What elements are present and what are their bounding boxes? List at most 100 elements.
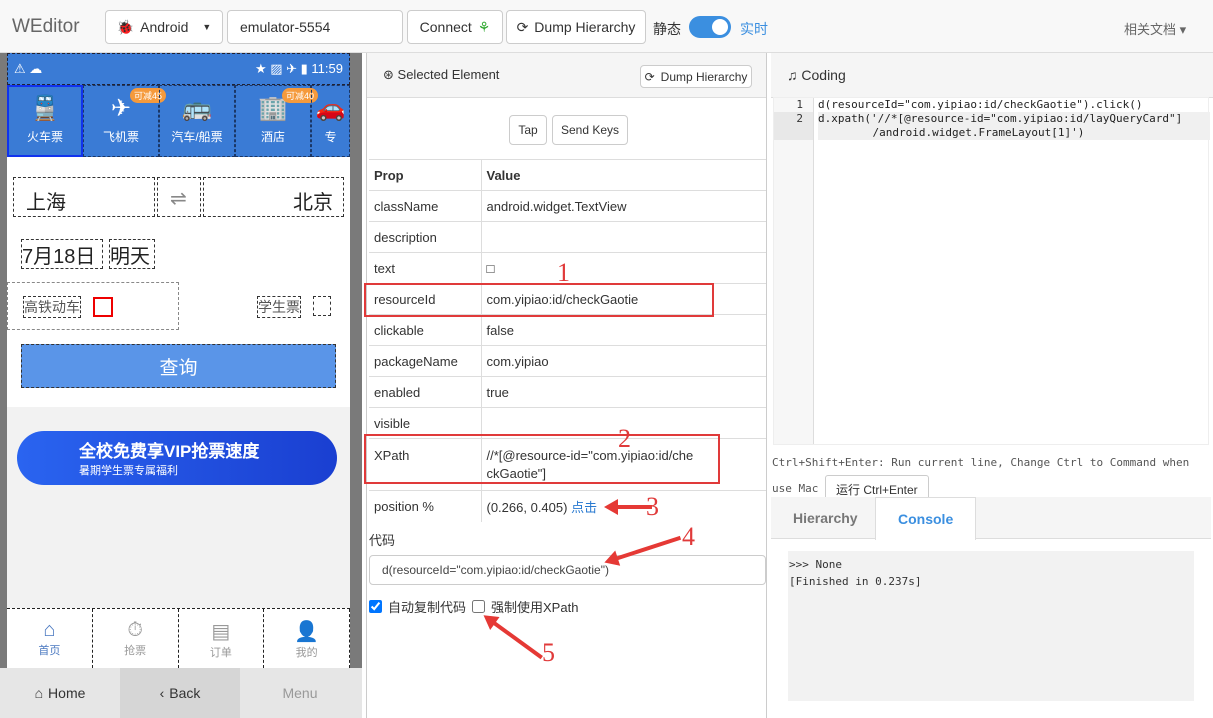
device-panel: ⚠ ☁ ★ ▨ ✈ ▮ 11:59 🚆 火车票 可减45 ✈ 飞机票 🚌 汽车/船票 可减… <box>0 53 362 718</box>
nav-car[interactable]: 🚗 专 <box>311 85 350 157</box>
dump-label: Dump Hierarchy <box>660 69 748 84</box>
car-icon: 🚗 <box>315 95 346 122</box>
send-keys-button[interactable]: Send Keys <box>552 115 628 145</box>
annotation-number: 5 <box>542 638 555 667</box>
status-time: 11:59 <box>311 61 343 76</box>
tab-console[interactable]: Console <box>875 497 977 540</box>
code-line: /android.widget.FrameLayout[1]') <box>818 126 1210 140</box>
from-city[interactable]: 上海 <box>13 177 155 217</box>
tab-label: 我的 <box>295 647 318 659</box>
banner-subtitle: 暑期学生票专属福利 <box>79 465 178 477</box>
home-icon: ⌂ <box>34 685 44 701</box>
value <box>481 221 766 253</box>
dump-hierarchy-button[interactable]: ⟳ Dump Hierarchy <box>506 10 646 44</box>
tab-hierarchy[interactable]: Hierarchy <box>771 497 880 539</box>
tab-home[interactable]: ⌂ 首页 <box>7 609 93 668</box>
code-editor[interactable]: 12 d(resourceId="com.yipiao:id/checkGaot… <box>773 97 1210 445</box>
nav-train[interactable]: 🚆 火车票 <box>7 85 83 157</box>
phone-screen[interactable]: ⚠ ☁ ★ ▨ ✈ ▮ 11:59 🚆 火车票 可减45 ✈ 飞机票 🚌 汽车/船票 可减… <box>7 53 350 668</box>
coding-header: ♫ Coding <box>771 53 1213 98</box>
home-label: Home <box>48 685 86 701</box>
query-button[interactable]: 查询 <box>21 344 336 388</box>
realtime-label: 实时 <box>740 21 768 37</box>
train-icon: 🚆 <box>30 95 60 122</box>
to-city[interactable]: 北京 <box>203 177 344 217</box>
line-number: 1 <box>796 98 803 111</box>
docs-label: 相关文档 <box>1124 22 1177 37</box>
date[interactable]: 7月18日 <box>21 239 103 269</box>
nav-label: 专 <box>324 130 337 144</box>
nav-bus[interactable]: 🚌 汽车/船票 <box>159 85 235 157</box>
platform-dropdown[interactable]: 🐞 Android ▼ <box>105 10 223 44</box>
click-position-link[interactable]: 点击 <box>571 500 597 515</box>
force-xpath-checkbox[interactable] <box>472 600 486 613</box>
auto-copy-checkbox[interactable] <box>369 600 382 613</box>
platform-label: Android <box>140 19 189 35</box>
gaotie-checkbox[interactable] <box>93 297 113 317</box>
value: com.yipiao <box>481 345 766 377</box>
tab-orders[interactable]: ▤ 订单 <box>179 609 265 668</box>
code-input[interactable]: d(resourceId="com.yipiao:id/checkGaotie"… <box>369 555 766 585</box>
coding-panel: ♫ Coding 12 d(resourceId="com.yipiao:id/… <box>771 53 1213 718</box>
table-row: position % (0.266, 0.405) 点击 <box>369 490 766 522</box>
tab-label: 订单 <box>209 647 232 659</box>
nav-label: 酒店 <box>260 130 285 144</box>
promo-banner[interactable]: 全校免费享VIP抢票速度暑期学生票专属福利 <box>17 431 337 485</box>
back-button[interactable]: ‹ Back <box>120 668 240 718</box>
docs-menu[interactable]: 相关文档 ▾ <box>1124 19 1186 38</box>
refresh-icon: ⟳ <box>644 69 655 84</box>
phone-buttons: ⌂ Home ‹ Back Menu <box>0 668 362 718</box>
android-icon: 🐞 <box>116 18 135 35</box>
tap-button[interactable]: Tap <box>509 115 547 145</box>
realtime-toggle[interactable] <box>689 16 731 38</box>
navbar: WEditor 🐞 Android ▼ emulator-5554 Connect ⚘… <box>0 0 1213 53</box>
value: □ <box>481 252 766 284</box>
coding-title-text: Coding <box>801 67 846 83</box>
asterisk-icon: ⊛ <box>383 67 394 82</box>
dump-label: Dump Hierarchy <box>534 19 636 35</box>
nav-label: 火车票 <box>26 130 63 144</box>
chevron-left-icon: ‹ <box>159 685 165 701</box>
user-icon: 👤 <box>294 621 320 643</box>
prop-header: Prop <box>369 159 482 191</box>
refresh-icon: ⟳ <box>516 18 529 35</box>
device-input[interactable]: emulator-5554 <box>227 10 403 44</box>
student-checkbox[interactable] <box>313 296 331 316</box>
bottom-tabs: Hierarchy Console <box>771 497 1211 540</box>
brand: WEditor <box>12 16 80 37</box>
connect-button[interactable]: Connect ⚘ <box>407 10 503 44</box>
prop: text <box>369 252 482 284</box>
annotation-box-xpath <box>364 434 720 484</box>
annotation-number: 1 <box>557 258 570 287</box>
home-button[interactable]: ⌂ Home <box>0 668 120 718</box>
value: true <box>481 376 766 408</box>
annotation-number: 4 <box>682 522 695 551</box>
tab-grab[interactable]: ⏱ 抢票 <box>93 609 179 668</box>
tab-label: 抢票 <box>124 645 147 657</box>
nav-plane[interactable]: 可减45 ✈ 飞机票 <box>83 85 166 157</box>
swap-button[interactable]: ⇌ <box>157 177 201 217</box>
train-type-label: 高铁动车 <box>23 296 81 318</box>
menu-button[interactable]: Menu <box>240 668 360 718</box>
dump-hierarchy-small-button[interactable]: ⟳ Dump Hierarchy <box>640 65 752 88</box>
status-bar: ⚠ ☁ ★ ▨ ✈ ▮ 11:59 <box>7 53 350 85</box>
code-line: d(resourceId="com.yipiao:id/checkGaotie"… <box>818 98 1143 111</box>
order-icon: ▤ <box>211 621 231 643</box>
options-row: 自动复制代码 强制使用XPath <box>369 597 578 616</box>
prop: description <box>369 221 482 253</box>
banner-title: 全校免费享VIP抢票速度 <box>79 442 260 461</box>
student-label: 学生票 <box>257 296 301 318</box>
top-nav: 🚆 火车票 可减45 ✈ 飞机票 🚌 汽车/船票 可减40 🏢 酒店 🚗 专 <box>7 85 350 157</box>
coding-title: ♫ Coding <box>787 67 846 83</box>
tab-mine[interactable]: 👤 我的 <box>264 609 350 668</box>
nav-hotel[interactable]: 可减40 🏢 酒店 <box>235 85 318 157</box>
annotation-number: 2 <box>618 424 631 453</box>
query-card: 上海 ⇌ 北京 7月18日 明天 高铁动车 学生票 查询 <box>7 157 350 407</box>
connect-label: Connect <box>419 19 472 35</box>
force-xpath-label: 强制使用XPath <box>491 600 579 615</box>
timer-icon: ⏱ <box>127 619 143 641</box>
auto-copy-label: 自动复制代码 <box>388 600 467 615</box>
console-line: >>> None <box>789 558 842 571</box>
warning-icon: ⚠ ☁ <box>14 61 43 76</box>
status-icons: ★ ▨ ✈ ▮ <box>254 61 312 76</box>
